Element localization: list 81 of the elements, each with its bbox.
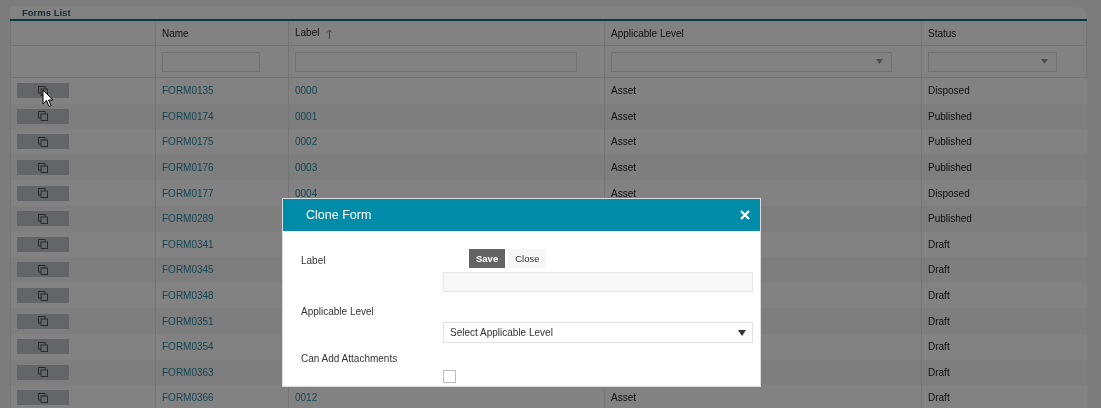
table-cell: Draft	[928, 341, 950, 353]
copy-button[interactable]	[17, 313, 69, 329]
copy-button[interactable]	[17, 185, 69, 201]
copy-icon	[38, 264, 48, 275]
form-name-link[interactable]: FORM0351	[162, 315, 214, 327]
copy-icon	[38, 111, 48, 122]
attachments-checkbox[interactable]	[443, 370, 456, 383]
table-cell: Asset	[611, 392, 636, 404]
caret-down-icon	[1041, 59, 1048, 64]
form-name-link[interactable]: FORM0354	[162, 341, 214, 353]
field-label: Can Add Attachments	[301, 352, 399, 364]
dialog-title: Clone Form	[306, 208, 372, 222]
form-name-link[interactable]: FORM0177	[162, 187, 214, 199]
copy-button[interactable]	[17, 108, 69, 124]
copy-button[interactable]	[17, 160, 69, 176]
form-name-link[interactable]: FORM0135	[162, 85, 214, 97]
copy-button[interactable]	[17, 262, 69, 278]
copy-icon	[38, 137, 48, 147]
close-button[interactable]: Close	[508, 249, 547, 268]
column-header[interactable]: Name	[162, 27, 189, 39]
form-label-link[interactable]: 0002	[295, 136, 318, 148]
table-cell: Asset	[611, 162, 636, 174]
copy-icon	[38, 162, 48, 173]
table-cell: Disposed	[928, 85, 970, 97]
copy-icon	[38, 290, 48, 301]
form-name-link[interactable]: FORM0341	[162, 238, 214, 250]
copy-icon	[38, 392, 48, 403]
copy-button[interactable]	[17, 364, 69, 380]
copy-button[interactable]	[17, 288, 69, 304]
field-label: Applicable Level	[301, 305, 375, 317]
field-label: Label	[301, 254, 327, 266]
table-cell: Published	[928, 136, 972, 148]
table-cell: Draft	[928, 238, 950, 250]
form-name-link[interactable]: FORM0345	[162, 264, 214, 276]
form-label-link[interactable]: 0012	[295, 392, 318, 404]
form-name-link[interactable]: FORM0363	[162, 366, 214, 378]
form-name-link[interactable]: FORM0175	[162, 136, 214, 148]
copy-icon	[38, 188, 48, 199]
table-cell: Draft	[928, 290, 950, 302]
copy-button[interactable]	[17, 134, 69, 150]
table-cell: Asset	[611, 136, 636, 148]
column-header[interactable]: Applicable Level	[611, 27, 684, 39]
form-name-link[interactable]: FORM0289	[162, 213, 214, 225]
column-header[interactable]: Label	[295, 27, 320, 39]
copy-button[interactable]	[17, 390, 69, 406]
table-cell: Asset	[611, 110, 636, 122]
form-label-link[interactable]: 0000	[295, 85, 318, 97]
panel-title: Forms List	[22, 6, 71, 19]
table-cell: Draft	[928, 315, 950, 327]
table-cell: Disposed	[928, 187, 970, 199]
table-cell: Published	[928, 110, 972, 122]
form-name-link[interactable]: FORM0176	[162, 162, 214, 174]
table-cell: Asset	[611, 187, 636, 199]
form-label-link[interactable]: 0003	[295, 162, 318, 174]
label-field[interactable]	[443, 272, 753, 292]
sort-ascending-icon[interactable]	[326, 28, 334, 39]
copy-button[interactable]	[17, 236, 69, 252]
form-name-link[interactable]: FORM0174	[162, 110, 214, 122]
table-cell: Draft	[928, 392, 950, 404]
copy-icon	[38, 316, 48, 327]
copy-icon	[38, 367, 48, 378]
save-button[interactable]: Save	[469, 249, 506, 268]
copy-icon	[38, 239, 48, 250]
table-cell: Draft	[928, 366, 950, 378]
copy-icon	[38, 341, 48, 352]
caret-down-icon	[738, 329, 746, 336]
caret-down-icon	[876, 59, 883, 64]
table-cell: Published	[928, 213, 972, 225]
copy-button[interactable]	[17, 211, 69, 227]
copy-icon	[38, 213, 48, 224]
copy-button[interactable]	[17, 339, 69, 355]
table-cell: Draft	[928, 264, 950, 276]
form-label-link[interactable]: 0001	[295, 110, 318, 122]
table-cell: Asset	[611, 85, 636, 97]
column-header[interactable]: Status	[928, 27, 957, 39]
form-label-link[interactable]: 0004	[295, 187, 318, 199]
form-name-link[interactable]: FORM0366	[162, 392, 214, 404]
level-dropdown[interactable]: Select Applicable Level	[443, 322, 753, 343]
table-cell: Published	[928, 162, 972, 174]
form-name-link[interactable]: FORM0348	[162, 290, 214, 302]
close-icon[interactable]	[740, 210, 750, 220]
